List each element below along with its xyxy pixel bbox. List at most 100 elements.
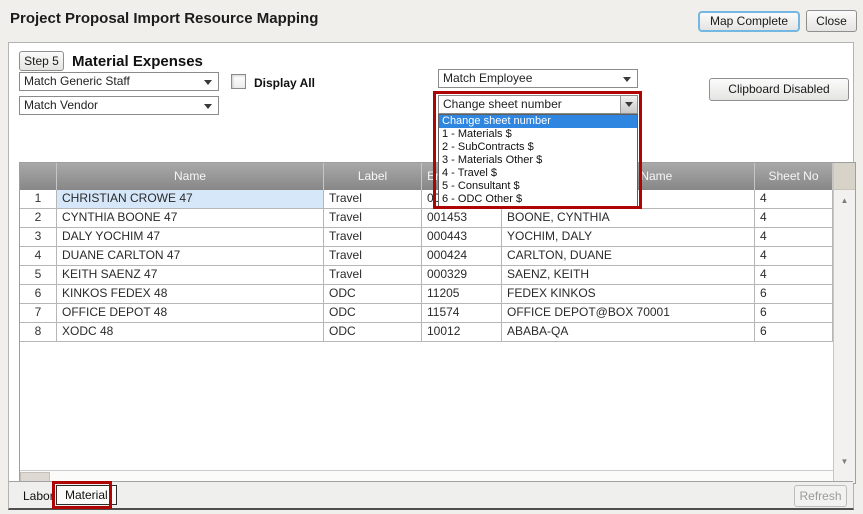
cell-sheet_no[interactable]: 4 — [755, 247, 833, 266]
sheet-option[interactable]: 1 - Materials $ — [439, 128, 637, 141]
vertical-scrollbar[interactable]: ▲ ▼ — [833, 163, 855, 483]
cell-emp_id[interactable]: 000329 — [422, 266, 502, 285]
cell-num[interactable]: 8 — [20, 323, 57, 342]
display-all-checkbox[interactable] — [231, 74, 246, 89]
table-row: 4DUANE CARLTON 47Travel000424CARLTON, DU… — [20, 247, 833, 266]
scroll-down-icon[interactable]: ▼ — [834, 457, 855, 466]
cell-label[interactable]: Travel — [324, 228, 422, 247]
cell-emp_name[interactable]: ABABA-QA — [502, 323, 755, 342]
cell-num[interactable]: 1 — [20, 190, 57, 209]
dropdown-arrow-icon — [625, 102, 633, 107]
column-header-label: Label — [324, 163, 422, 190]
cell-emp_name[interactable]: SAENZ, KEITH — [502, 266, 755, 285]
column-header-name: Name — [57, 163, 324, 190]
tab-labor[interactable]: Labor — [23, 489, 54, 503]
cell-num[interactable]: 7 — [20, 304, 57, 323]
table-row: 2CYNTHIA BOONE 47Travel001453BOONE, CYNT… — [20, 209, 833, 228]
table-row: 7OFFICE DEPOT 48ODC11574OFFICE DEPOT@BOX… — [20, 304, 833, 323]
sheet-option[interactable]: 3 - Materials Other $ — [439, 154, 637, 167]
column-header-sheet_no: Sheet No — [755, 163, 833, 190]
cell-name[interactable]: KEITH SAENZ 47 — [57, 266, 324, 285]
section-title: Material Expenses — [72, 53, 203, 70]
table-row: 8XODC 48ODC10012ABABA-QA6 — [20, 323, 833, 342]
sheet-options-list: Change sheet number1 - Materials $2 - Su… — [438, 114, 638, 207]
dropdown-arrow-icon — [204, 80, 212, 85]
step5-button[interactable]: Step 5 — [19, 51, 64, 71]
match-generic-staff-dropdown[interactable]: Match Generic Staff — [19, 72, 219, 91]
cell-emp_id[interactable]: 001453 — [422, 209, 502, 228]
footer-strip: Labor Material Refresh — [9, 481, 853, 508]
page-title: Project Proposal Import Resource Mapping — [10, 10, 318, 27]
cell-sheet_no[interactable]: 4 — [755, 209, 833, 228]
table-row: 3DALY YOCHIM 47Travel000443YOCHIM, DALY4 — [20, 228, 833, 247]
sheet-option[interactable]: 5 - Consultant $ — [439, 180, 637, 193]
cell-label[interactable]: ODC — [324, 323, 422, 342]
cell-name[interactable]: DALY YOCHIM 47 — [57, 228, 324, 247]
cell-emp_id[interactable]: 11205 — [422, 285, 502, 304]
cell-name[interactable]: CHRISTIAN CROWE 47 — [57, 190, 324, 209]
sheet-option[interactable]: 6 - ODC Other $ — [439, 193, 637, 206]
match-employee-value: Match Employee — [443, 71, 532, 85]
cell-sheet_no[interactable]: 4 — [755, 228, 833, 247]
main-panel: Step 5 Material Expenses Match Generic S… — [8, 42, 854, 510]
table-row: 1CHRISTIAN CROWE 47Travel00174 — [20, 190, 833, 209]
cell-emp_name[interactable]: BOONE, CYNTHIA — [502, 209, 755, 228]
cell-sheet_no[interactable]: 6 — [755, 304, 833, 323]
change-sheet-number-value: Change sheet number — [443, 97, 562, 111]
cell-label[interactable]: Travel — [324, 247, 422, 266]
cell-label[interactable]: Travel — [324, 266, 422, 285]
cell-num[interactable]: 5 — [20, 266, 57, 285]
cell-sheet_no[interactable]: 4 — [755, 190, 833, 209]
close-button[interactable]: Close — [806, 10, 857, 32]
app-window: Project Proposal Import Resource Mapping… — [0, 0, 863, 514]
grid-header: NameLabelEmployee IDEmployee NameSheet N… — [20, 163, 833, 190]
cell-emp_name[interactable]: OFFICE DEPOT@BOX 70001 — [502, 304, 755, 323]
cell-label[interactable]: Travel — [324, 209, 422, 228]
dropdown-arrow-button[interactable] — [620, 96, 637, 113]
cell-name[interactable]: XODC 48 — [57, 323, 324, 342]
cell-sheet_no[interactable]: 6 — [755, 323, 833, 342]
cell-name[interactable]: CYNTHIA BOONE 47 — [57, 209, 324, 228]
cell-emp_id[interactable]: 10012 — [422, 323, 502, 342]
cell-emp_id[interactable]: 000443 — [422, 228, 502, 247]
display-all-label: Display All — [254, 76, 315, 90]
cell-name[interactable]: KINKOS FEDEX 48 — [57, 285, 324, 304]
refresh-button[interactable]: Refresh — [794, 485, 847, 507]
cell-emp_name[interactable]: CARLTON, DUANE — [502, 247, 755, 266]
cell-num[interactable]: 3 — [20, 228, 57, 247]
grid-body: 1CHRISTIAN CROWE 47Travel001742CYNTHIA B… — [20, 190, 833, 342]
tab-material[interactable]: Material — [56, 485, 117, 505]
sheet-option[interactable]: Change sheet number — [439, 115, 637, 128]
table-row: 5KEITH SAENZ 47Travel000329SAENZ, KEITH4 — [20, 266, 833, 285]
dropdown-arrow-icon — [623, 77, 631, 82]
cell-num[interactable]: 6 — [20, 285, 57, 304]
cell-num[interactable]: 4 — [20, 247, 57, 266]
sheet-option[interactable]: 4 - Travel $ — [439, 167, 637, 180]
cell-name[interactable]: OFFICE DEPOT 48 — [57, 304, 324, 323]
scroll-up-icon[interactable]: ▲ — [834, 196, 855, 205]
cell-sheet_no[interactable]: 6 — [755, 285, 833, 304]
cell-sheet_no[interactable]: 4 — [755, 266, 833, 285]
column-header-num — [20, 163, 57, 190]
dropdown-arrow-icon — [204, 104, 212, 109]
table-row: 6KINKOS FEDEX 48ODC11205FEDEX KINKOS6 — [20, 285, 833, 304]
cell-label[interactable]: ODC — [324, 285, 422, 304]
cell-emp_id[interactable]: 000424 — [422, 247, 502, 266]
cell-label[interactable]: ODC — [324, 304, 422, 323]
match-employee-dropdown[interactable]: Match Employee — [438, 69, 638, 88]
map-complete-button[interactable]: Map Complete — [698, 11, 800, 32]
match-vendor-value: Match Vendor — [24, 98, 98, 112]
cell-emp_id[interactable]: 11574 — [422, 304, 502, 323]
resource-grid: NameLabelEmployee IDEmployee NameSheet N… — [19, 162, 856, 484]
cell-label[interactable]: Travel — [324, 190, 422, 209]
cell-name[interactable]: DUANE CARLTON 47 — [57, 247, 324, 266]
cell-emp_name[interactable]: YOCHIM, DALY — [502, 228, 755, 247]
match-generic-staff-value: Match Generic Staff — [24, 74, 130, 88]
sheet-option[interactable]: 2 - SubContracts $ — [439, 141, 637, 154]
cell-num[interactable]: 2 — [20, 209, 57, 228]
change-sheet-number-dropdown[interactable]: Change sheet number — [438, 95, 638, 114]
scrollbar-corner — [834, 163, 855, 190]
match-vendor-dropdown[interactable]: Match Vendor — [19, 96, 219, 115]
cell-emp_name[interactable]: FEDEX KINKOS — [502, 285, 755, 304]
clipboard-disabled-button[interactable]: Clipboard Disabled — [709, 78, 849, 101]
